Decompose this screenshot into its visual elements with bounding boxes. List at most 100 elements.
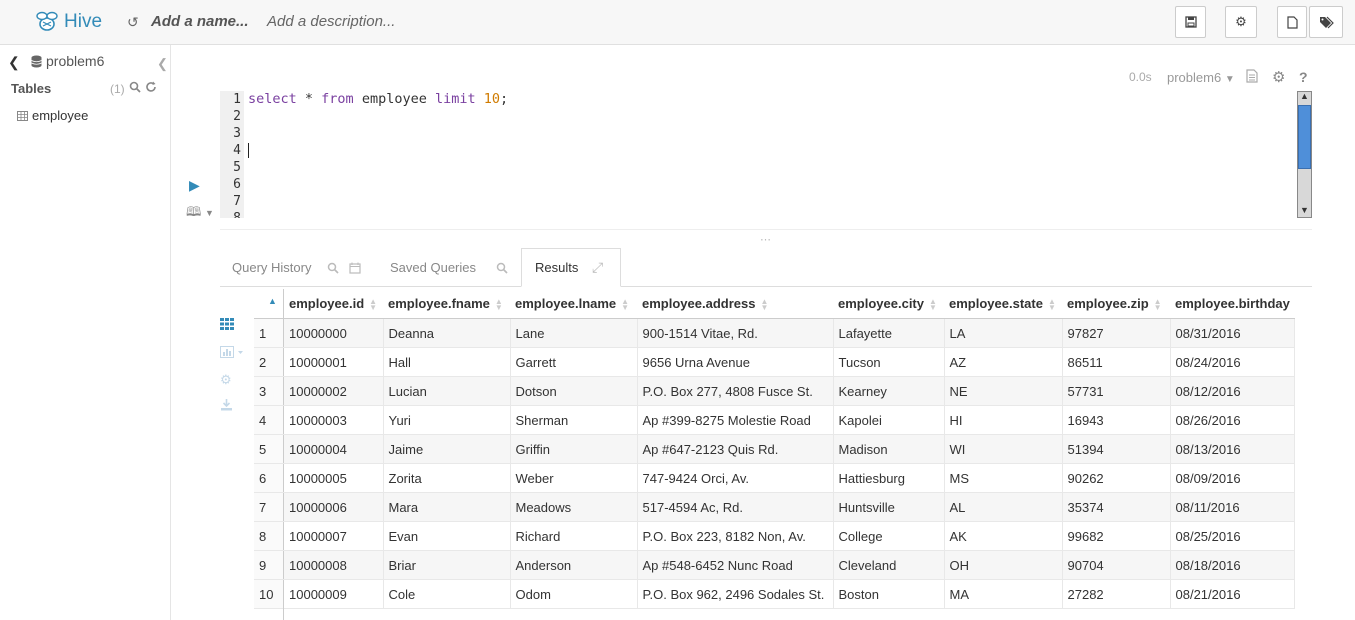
scroll-up-icon[interactable]: ▲ [1300,91,1309,101]
table-cell[interactable]: Lane [510,318,638,348]
column-header-city[interactable]: employee.city ▲ ▼ [833,289,944,319]
table-cell[interactable]: Garrett [510,347,638,377]
table-row[interactable]: 9 10000008 Briar Anderson Ap #548-6452 Nunc … [254,550,1296,580]
grid-view-icon[interactable] [220,318,234,333]
expand-icon[interactable]: ⤢ [592,259,603,276]
tags-button[interactable] [1309,6,1343,38]
table-cell[interactable]: P.O. Box 223, 8182 Non, Av. [637,521,834,551]
table-cell[interactable]: 57731 [1062,376,1171,406]
table-cell[interactable]: 900-1514 Vitae, Rd. [637,318,834,348]
document-icon[interactable] [1246,69,1258,86]
table-row[interactable]: 10 10000009 Cole Odom P.O. Box 962, 2496 Sod… [254,579,1296,609]
table-cell[interactable]: Madison [833,434,945,464]
table-cell[interactable]: P.O. Box 277, 4808 Fusce St. [637,376,834,406]
table-cell[interactable]: HI [944,405,1063,435]
table-cell[interactable]: 08/26/2016 [1170,405,1296,435]
table-cell[interactable]: 35374 [1062,492,1171,522]
tab-saved-queries[interactable]: Saved Queries [390,260,508,275]
table-cell[interactable]: Griffin [510,434,638,464]
table-cell[interactable]: Cleveland [833,550,945,580]
column-header-fname[interactable]: employee.fname ▲ ▼ [383,289,510,319]
tab-query-history[interactable]: Query History [232,260,362,275]
hive-logo[interactable]: Hive [34,9,102,35]
table-cell[interactable]: 90704 [1062,550,1171,580]
table-row[interactable]: 4 10000003 Yuri Sherman Ap #399-8275 Molesti… [254,405,1296,435]
snippet-menu-icon[interactable]: 🕮 ▼ [186,203,214,225]
column-header-birthday[interactable]: employee.birthday [1170,289,1295,319]
table-cell[interactable]: 10000001 [283,347,384,377]
table-cell[interactable]: 10000004 [283,434,384,464]
table-cell[interactable]: AZ [944,347,1063,377]
table-row[interactable]: 1 10000000 Deanna Lane 900-1514 Vitae, Rd. La… [254,318,1296,348]
table-cell[interactable]: Hall [383,347,511,377]
table-cell[interactable]: Odom [510,579,638,609]
column-header-lname[interactable]: employee.lname ▲ ▼ [510,289,637,319]
table-cell[interactable]: Kearney [833,376,945,406]
table-cell[interactable]: Dotson [510,376,638,406]
table-cell[interactable]: 9656 Urna Avenue [637,347,834,377]
table-cell[interactable]: Zorita [383,463,511,493]
table-cell[interactable]: 86511 [1062,347,1171,377]
query-name-field[interactable]: Add a name... [151,13,249,30]
database-selector[interactable]: problem6 [31,53,104,69]
editor-scrollbar[interactable]: ▲ ▼ [1297,91,1312,218]
table-cell[interactable]: Lafayette [833,318,945,348]
table-cell[interactable]: 747-9424 Orci, Av. [637,463,834,493]
table-cell[interactable]: 517-4594 Ac, Rd. [637,492,834,522]
table-row[interactable]: 6 10000005 Zorita Weber 747-9424 Orci, Av. Ha… [254,463,1296,493]
table-cell[interactable]: 08/21/2016 [1170,579,1296,609]
table-cell[interactable]: Lucian [383,376,511,406]
table-cell[interactable]: Briar [383,550,511,580]
table-cell[interactable]: 08/31/2016 [1170,318,1296,348]
table-cell[interactable]: 97827 [1062,318,1171,348]
calendar-clear-icon[interactable] [349,262,362,274]
help-icon[interactable]: ? [1299,69,1308,85]
table-cell[interactable]: 99682 [1062,521,1171,551]
table-cell[interactable]: Hattiesburg [833,463,945,493]
table-cell[interactable]: 10000003 [283,405,384,435]
table-cell[interactable]: OH [944,550,1063,580]
table-cell[interactable]: Cole [383,579,511,609]
table-cell[interactable]: Anderson [510,550,638,580]
table-cell[interactable]: Ap #399-8275 Molestie Road [637,405,834,435]
table-cell[interactable]: 10000000 [283,318,384,348]
table-cell[interactable]: 10000007 [283,521,384,551]
new-document-button[interactable] [1277,6,1307,38]
editor-settings-icon[interactable]: ⚙ [1272,68,1285,86]
table-cell[interactable]: Jaime [383,434,511,464]
search-icon[interactable] [327,262,340,274]
table-cell[interactable]: WI [944,434,1063,464]
editor-database-selector[interactable]: problem6 ▼ [1167,70,1235,85]
run-query-icon[interactable]: ▶ [189,177,200,194]
table-cell[interactable]: 10000009 [283,579,384,609]
settings-button[interactable]: ⚙ [1225,6,1257,38]
column-header-zip[interactable]: employee.zip ▲ ▼ [1062,289,1170,319]
table-row[interactable]: 2 10000001 Hall Garrett 9656 Urna Avenue Tucs… [254,347,1296,377]
table-cell[interactable]: Ap #647-2123 Quis Rd. [637,434,834,464]
table-cell[interactable]: Sherman [510,405,638,435]
table-cell[interactable]: Ap #548-6452 Nunc Road [637,550,834,580]
table-item-employee[interactable]: employee [17,108,88,123]
column-header-address[interactable]: employee.address ▲ ▼ [637,289,833,319]
table-cell[interactable]: Tucson [833,347,945,377]
settings-icon[interactable]: ⚙ [220,372,232,388]
back-arrow-icon[interactable]: ❮ [8,54,20,71]
table-row[interactable]: 7 10000006 Mara Meadows 517-4594 Ac, Rd. Hunt… [254,492,1296,522]
column-header-id[interactable]: employee.id ▲ ▼ [283,289,383,319]
save-button[interactable] [1175,6,1206,38]
table-cell[interactable]: College [833,521,945,551]
table-cell[interactable]: Huntsville [833,492,945,522]
table-cell[interactable]: Richard [510,521,638,551]
table-cell[interactable]: 10000008 [283,550,384,580]
table-cell[interactable]: 90262 [1062,463,1171,493]
column-header-state[interactable]: employee.state ▲ ▼ [944,289,1062,319]
table-cell[interactable]: 27282 [1062,579,1171,609]
row-number-header[interactable]: ▲ [254,289,284,319]
search-icon[interactable] [129,81,141,93]
table-cell[interactable]: MS [944,463,1063,493]
scroll-down-icon[interactable]: ▼ [1300,205,1309,215]
table-cell[interactable]: 10000005 [283,463,384,493]
table-cell[interactable]: P.O. Box 962, 2496 Sodales St. [637,579,834,609]
table-cell[interactable]: Kapolei [833,405,945,435]
table-cell[interactable]: 08/12/2016 [1170,376,1296,406]
